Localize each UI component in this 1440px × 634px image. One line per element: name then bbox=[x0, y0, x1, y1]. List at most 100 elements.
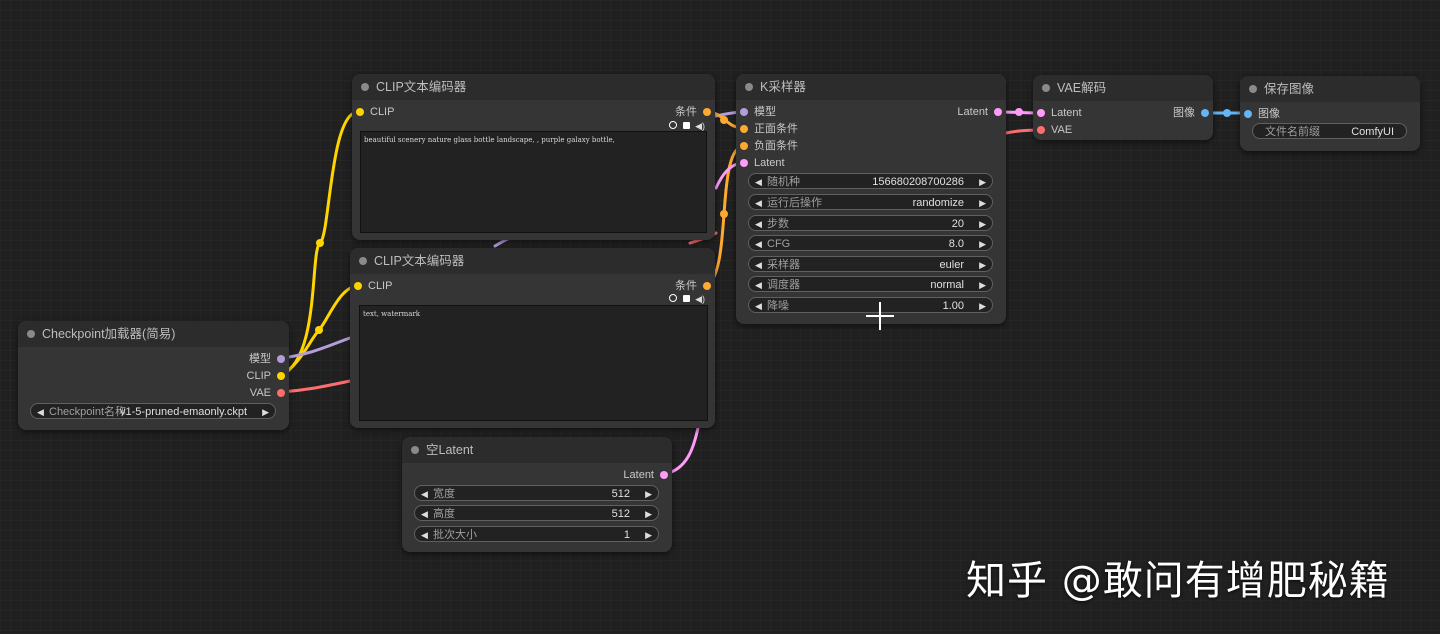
ksampler-node[interactable]: K采样器 模型 Latent 正面条件 负面条件 Latent ◀ 随机种 15… bbox=[736, 74, 1006, 324]
prompt-textarea[interactable]: text, watermark bbox=[359, 305, 708, 421]
node-title[interactable]: VAE解码 bbox=[1033, 75, 1213, 101]
output-slot-latent[interactable]: Latent bbox=[957, 105, 1002, 119]
input-slot-clip[interactable]: CLIP bbox=[354, 279, 392, 293]
control-after-generate-widget[interactable]: ◀ 运行后操作 randomize ▶ bbox=[748, 194, 993, 210]
slot-dot-icon[interactable] bbox=[740, 125, 748, 133]
left-arrow-icon[interactable]: ◀ bbox=[755, 298, 762, 314]
slot-dot-icon[interactable] bbox=[354, 282, 362, 290]
input-slot-positive[interactable]: 正面条件 bbox=[740, 122, 798, 136]
input-slot-negative[interactable]: 负面条件 bbox=[740, 139, 798, 153]
checkbox-icon[interactable] bbox=[682, 122, 690, 129]
input-slot-latent[interactable]: Latent bbox=[1037, 106, 1082, 120]
left-arrow-icon[interactable]: ◀ bbox=[421, 486, 428, 502]
scheduler-widget[interactable]: ◀ 调度器 normal ▶ bbox=[748, 276, 993, 292]
save-image-node[interactable]: 保存图像 图像 文件名前缀 ComfyUI bbox=[1240, 76, 1420, 151]
height-widget[interactable]: ◀ 高度 512 ▶ bbox=[414, 505, 659, 521]
right-arrow-icon[interactable]: ▶ bbox=[262, 404, 269, 420]
slot-dot-icon[interactable] bbox=[740, 159, 748, 167]
input-slot-vae[interactable]: VAE bbox=[1037, 123, 1072, 137]
width-widget[interactable]: ◀ 宽度 512 ▶ bbox=[414, 485, 659, 501]
input-slot-latent[interactable]: Latent bbox=[740, 156, 785, 170]
left-arrow-icon[interactable]: ◀ bbox=[421, 506, 428, 522]
crosshair-cursor-icon bbox=[866, 302, 894, 330]
output-slot-vae[interactable]: VAE bbox=[250, 386, 285, 400]
collapse-dot-icon[interactable] bbox=[1042, 84, 1050, 92]
left-arrow-icon[interactable]: ◀ bbox=[755, 257, 762, 273]
collapse-dot-icon[interactable] bbox=[359, 257, 367, 265]
collapse-dot-icon[interactable] bbox=[411, 446, 419, 454]
input-slot-clip[interactable]: CLIP bbox=[356, 105, 394, 119]
right-arrow-icon[interactable]: ▶ bbox=[645, 527, 652, 543]
clip-text-encode-positive-node[interactable]: CLIP文本编码器 CLIP 条件 ◀) beautiful scenery n… bbox=[352, 74, 715, 240]
right-arrow-icon[interactable]: ▶ bbox=[979, 174, 986, 190]
left-arrow-icon[interactable]: ◀ bbox=[755, 216, 762, 232]
left-arrow-icon[interactable]: ◀ bbox=[755, 195, 762, 211]
output-slot-conditioning[interactable]: 条件 bbox=[675, 105, 711, 119]
node-title[interactable]: 空Latent bbox=[402, 437, 672, 463]
left-arrow-icon[interactable]: ◀ bbox=[755, 236, 762, 252]
right-arrow-icon[interactable]: ▶ bbox=[979, 298, 986, 314]
speaker-icon[interactable]: ◀) bbox=[695, 294, 705, 305]
right-arrow-icon[interactable]: ▶ bbox=[979, 195, 986, 211]
node-title[interactable]: K采样器 bbox=[736, 74, 1006, 100]
left-arrow-icon[interactable]: ◀ bbox=[755, 277, 762, 293]
slot-dot-icon[interactable] bbox=[703, 282, 711, 290]
checkbox-icon[interactable] bbox=[682, 295, 690, 302]
collapse-dot-icon[interactable] bbox=[745, 83, 753, 91]
slot-dot-icon[interactable] bbox=[1201, 109, 1209, 117]
cfg-widget[interactable]: ◀ CFG 8.0 ▶ bbox=[748, 235, 993, 251]
slot-dot-icon[interactable] bbox=[277, 389, 285, 397]
slot-dot-icon[interactable] bbox=[1244, 110, 1252, 118]
seed-widget[interactable]: ◀ 随机种 156680208700286 ▶ bbox=[748, 173, 993, 189]
radio-icon[interactable] bbox=[669, 294, 678, 302]
right-arrow-icon[interactable]: ▶ bbox=[979, 277, 986, 293]
output-slot-clip[interactable]: CLIP bbox=[247, 369, 285, 383]
slot-dot-icon[interactable] bbox=[660, 471, 668, 479]
slot-dot-icon[interactable] bbox=[356, 108, 364, 116]
slot-dot-icon[interactable] bbox=[740, 142, 748, 150]
ckpt-name-combo[interactable]: ◀ Checkpoint名称 v1-5-pruned-emaonly.ckpt … bbox=[30, 403, 276, 419]
node-title-text: 保存图像 bbox=[1264, 82, 1315, 96]
slot-dot-icon[interactable] bbox=[703, 108, 711, 116]
filename-prefix-widget[interactable]: 文件名前缀 ComfyUI bbox=[1252, 123, 1407, 139]
clip-text-encode-negative-node[interactable]: CLIP文本编码器 CLIP 条件 ◀) text, watermark bbox=[350, 248, 715, 428]
left-arrow-icon[interactable]: ◀ bbox=[421, 527, 428, 543]
collapse-dot-icon[interactable] bbox=[1249, 85, 1257, 93]
node-title[interactable]: CLIP文本编码器 bbox=[350, 248, 715, 274]
slot-dot-icon[interactable] bbox=[994, 108, 1002, 116]
checkpoint-loader-node[interactable]: Checkpoint加载器(简易) 模型 CLIP VAE ◀ Checkpoi… bbox=[18, 321, 289, 430]
right-arrow-icon[interactable]: ▶ bbox=[645, 506, 652, 522]
vae-decode-node[interactable]: VAE解码 Latent 图像 VAE bbox=[1033, 75, 1213, 140]
left-arrow-icon[interactable]: ◀ bbox=[37, 404, 44, 420]
slot-dot-icon[interactable] bbox=[277, 372, 285, 380]
sampler-widget[interactable]: ◀ 采样器 euler ▶ bbox=[748, 256, 993, 272]
empty-latent-node[interactable]: 空Latent Latent ◀ 宽度 512 ▶ ◀ 高度 512 ▶ ◀ 批… bbox=[402, 437, 672, 552]
slot-dot-icon[interactable] bbox=[277, 355, 285, 363]
slot-dot-icon[interactable] bbox=[740, 108, 748, 116]
output-slot-latent[interactable]: Latent bbox=[623, 468, 668, 482]
collapse-dot-icon[interactable] bbox=[27, 330, 35, 338]
radio-icon[interactable] bbox=[669, 121, 678, 129]
output-slot-conditioning[interactable]: 条件 bbox=[675, 279, 711, 293]
prompt-textarea[interactable]: beautiful scenery nature glass bottle la… bbox=[360, 131, 707, 233]
right-arrow-icon[interactable]: ▶ bbox=[979, 236, 986, 252]
input-slot-image[interactable]: 图像 bbox=[1244, 107, 1280, 121]
batch-size-widget[interactable]: ◀ 批次大小 1 ▶ bbox=[414, 526, 659, 542]
input-slot-model[interactable]: 模型 bbox=[740, 105, 776, 119]
node-title[interactable]: CLIP文本编码器 bbox=[352, 74, 715, 100]
widget-label: 宽度 bbox=[433, 488, 455, 500]
right-arrow-icon[interactable]: ▶ bbox=[979, 216, 986, 232]
right-arrow-icon[interactable]: ▶ bbox=[979, 257, 986, 273]
widget-value: v1-5-pruned-emaonly.ckpt bbox=[120, 406, 247, 418]
steps-widget[interactable]: ◀ 步数 20 ▶ bbox=[748, 215, 993, 231]
slot-dot-icon[interactable] bbox=[1037, 126, 1045, 134]
collapse-dot-icon[interactable] bbox=[361, 83, 369, 91]
left-arrow-icon[interactable]: ◀ bbox=[755, 174, 762, 190]
node-title[interactable]: Checkpoint加载器(简易) bbox=[18, 321, 289, 347]
right-arrow-icon[interactable]: ▶ bbox=[645, 486, 652, 502]
slot-dot-icon[interactable] bbox=[1037, 109, 1045, 117]
output-slot-model[interactable]: 模型 bbox=[249, 352, 285, 366]
slot-label: Latent bbox=[623, 469, 654, 481]
node-title[interactable]: 保存图像 bbox=[1240, 76, 1420, 102]
output-slot-image[interactable]: 图像 bbox=[1173, 106, 1209, 120]
